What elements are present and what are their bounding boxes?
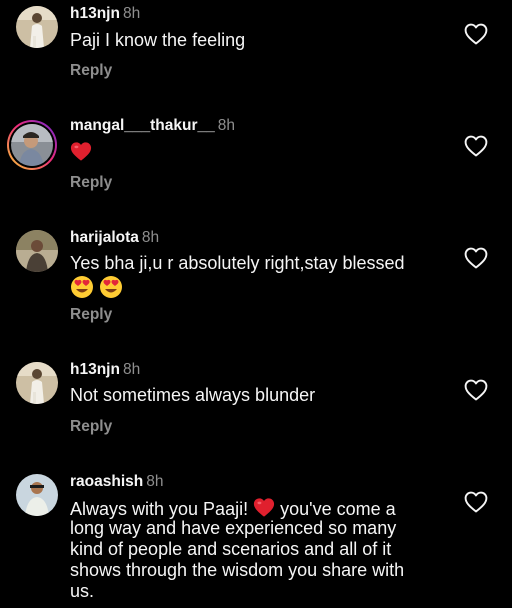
reply-button[interactable]: Reply: [70, 174, 112, 192]
comment-text: Not sometimes always blunder: [70, 385, 316, 405]
username[interactable]: mangal___thakur__: [70, 117, 215, 134]
comment-header: mangal___thakur__ 8h: [70, 116, 235, 136]
reply-button[interactable]: Reply: [70, 306, 112, 324]
timestamp: 8h: [141, 229, 160, 246]
avatar[interactable]: [16, 362, 58, 404]
heart-outline-icon[interactable]: [464, 247, 488, 269]
username[interactable]: raoashish: [70, 473, 143, 490]
heart-eyes-emoji: [100, 276, 123, 298]
reply-button[interactable]: Reply: [70, 62, 112, 80]
heart-outline-icon[interactable]: [464, 23, 488, 45]
reply-button[interactable]: Reply: [70, 418, 112, 436]
timestamp: 8h: [122, 5, 141, 22]
comment-text-segment: you've come a: [280, 499, 396, 519]
avatar[interactable]: [16, 6, 58, 48]
comment-header: h13njn 8h: [70, 360, 140, 380]
story-ring-gap: [9, 122, 55, 168]
comment-text-line: long way and have experienced so many: [70, 518, 397, 538]
avatar-image: [16, 230, 58, 272]
heart-outline-icon[interactable]: [464, 491, 488, 513]
comment-text-segment: Always with you Paaji!: [70, 499, 249, 519]
comment-header: h13njn 8h: [70, 4, 140, 24]
avatar[interactable]: [16, 230, 58, 272]
heart-outline-icon[interactable]: [464, 379, 488, 401]
avatar-image: [16, 474, 58, 516]
comment-emojis: [70, 275, 123, 301]
avatar[interactable]: [16, 474, 58, 516]
timestamp: 8h: [122, 361, 141, 378]
comment-text-line: us.: [70, 581, 95, 601]
comment-text: Paji I know the feeling: [70, 30, 246, 50]
heart-outline-icon[interactable]: [464, 135, 488, 157]
comment-header: raoashish 8h: [70, 472, 163, 492]
username[interactable]: h13njn: [70, 5, 120, 22]
avatar-image: [16, 362, 58, 404]
username[interactable]: harijalota: [70, 229, 139, 246]
comment-text-line: shows through the wisdom you share with: [70, 560, 405, 580]
red-heart-emoji: [254, 498, 275, 517]
timestamp: 8h: [146, 473, 164, 490]
heart-eyes-emoji: [71, 276, 93, 298]
avatar-with-story-ring[interactable]: [7, 120, 57, 170]
avatar-image: [16, 6, 58, 48]
comment-text: [70, 141, 92, 164]
comment-header: harijalota 8h: [70, 228, 159, 248]
username[interactable]: h13njn: [70, 361, 120, 378]
red-heart-emoji: [70, 142, 92, 161]
timestamp: 8h: [217, 117, 235, 134]
comment-text-line: Always with you Paaji! you've come a: [70, 497, 396, 520]
avatar-image: [11, 124, 53, 166]
comment-text-line: kind of people and scenarios and all of …: [70, 539, 392, 559]
comment-text: Yes bha ji,u r absolutely right,stay ble…: [70, 253, 405, 273]
